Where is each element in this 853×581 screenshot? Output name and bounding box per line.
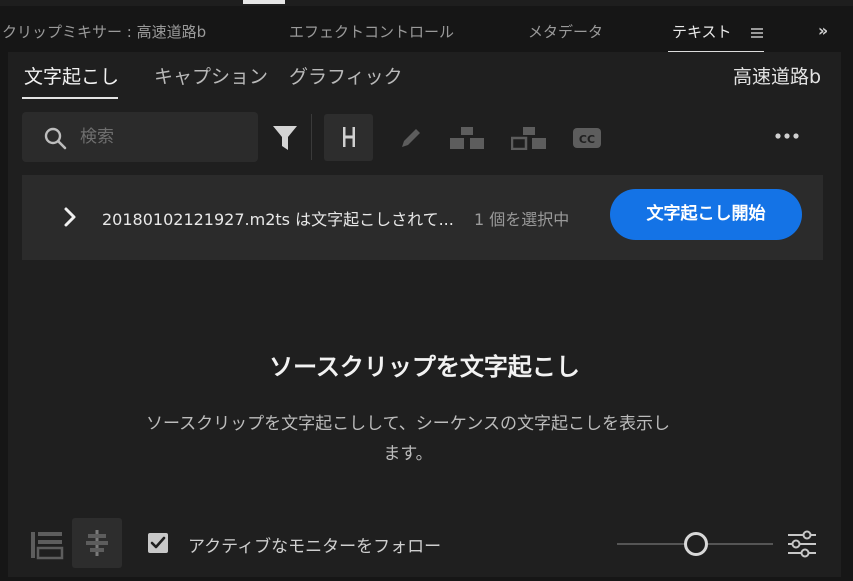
split-speaker-icon[interactable] bbox=[449, 126, 485, 150]
selection-count: 1 個を選択中 bbox=[474, 210, 570, 229]
text-panel: 文字起こし キャプション グラフィック 高速道路b CC bbox=[8, 52, 841, 577]
sequence-name: 高速道路b bbox=[732, 66, 821, 88]
align-center-icon bbox=[86, 530, 108, 556]
merge-segments-icon bbox=[343, 127, 355, 147]
sync-playhead-button[interactable] bbox=[72, 518, 122, 568]
overflow-tabs-icon[interactable]: ›› bbox=[818, 21, 828, 40]
toolbar-divider bbox=[311, 114, 312, 160]
search-box bbox=[22, 112, 258, 162]
edit-icon[interactable] bbox=[399, 126, 423, 150]
tab-text[interactable]: テキスト bbox=[672, 21, 732, 42]
follow-monitor-checkbox[interactable] bbox=[148, 533, 168, 553]
active-panel-indicator bbox=[243, 0, 285, 4]
svg-text:CC: CC bbox=[579, 133, 595, 146]
search-input[interactable] bbox=[80, 124, 250, 150]
tab-metadata[interactable]: メタデータ bbox=[528, 21, 603, 42]
subtab-captions[interactable]: キャプション bbox=[154, 62, 268, 89]
tab-clip-mixer[interactable]: クリップミキサー : 高速道路b bbox=[2, 21, 206, 42]
follow-monitor-label: アクティブなモニターをフォロー bbox=[188, 537, 442, 557]
subtab-graphics[interactable]: グラフィック bbox=[289, 62, 403, 89]
speaker-icon[interactable] bbox=[511, 126, 547, 150]
panel-menu-icon[interactable] bbox=[751, 28, 763, 38]
settings-sliders-icon[interactable] bbox=[786, 530, 818, 558]
cc-icon[interactable]: CC bbox=[572, 127, 602, 149]
active-subtab-underline bbox=[22, 97, 118, 99]
chevron-right-icon[interactable] bbox=[62, 204, 78, 230]
checkmark-icon bbox=[150, 536, 166, 549]
empty-state-description: ソースクリップを文字起こしして、シーケンスの文字起こしを表示します。 bbox=[146, 414, 670, 464]
search-icon bbox=[44, 127, 67, 150]
tab-effect-controls[interactable]: エフェクトコントロール bbox=[289, 21, 454, 42]
file-status-text: 20180102121927.m2ts は文字起こしされて... bbox=[102, 210, 454, 229]
merge-segments-button[interactable] bbox=[324, 114, 373, 161]
transcript-view-button[interactable] bbox=[28, 524, 68, 564]
subtab-transcript[interactable]: 文字起こし bbox=[24, 62, 119, 89]
zoom-slider-thumb[interactable] bbox=[684, 532, 708, 556]
more-icon[interactable] bbox=[774, 132, 800, 140]
timeline-view-icon bbox=[31, 532, 64, 560]
transcription-status-bar: 20180102121927.m2ts は文字起こしされて... 1 個を選択中… bbox=[22, 175, 823, 260]
filter-icon[interactable] bbox=[272, 124, 298, 152]
panel-tab-bar: クリップミキサー : 高速道路b エフェクトコントロール メタデータ テキスト … bbox=[0, 6, 853, 53]
start-transcription-button[interactable]: 文字起こし開始 bbox=[610, 189, 802, 240]
empty-state-title: ソースクリップを文字起こし bbox=[269, 353, 580, 381]
